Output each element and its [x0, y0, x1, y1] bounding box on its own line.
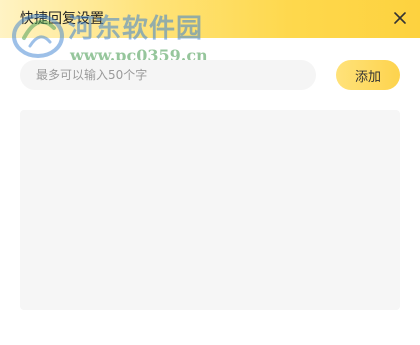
close-button[interactable]	[392, 10, 408, 26]
reply-input-row: 添加	[20, 60, 400, 90]
dialog-title: 快捷回复设置	[20, 11, 104, 27]
add-button[interactable]: 添加	[336, 60, 400, 90]
quick-reply-list	[20, 110, 400, 310]
quick-reply-input[interactable]	[20, 60, 316, 90]
quick-reply-settings-dialog: 快捷回复设置 河东软件园 www.pc0359.cn 添加	[0, 0, 420, 345]
title-bar[interactable]: 快捷回复设置	[0, 0, 420, 38]
close-icon	[394, 12, 406, 24]
